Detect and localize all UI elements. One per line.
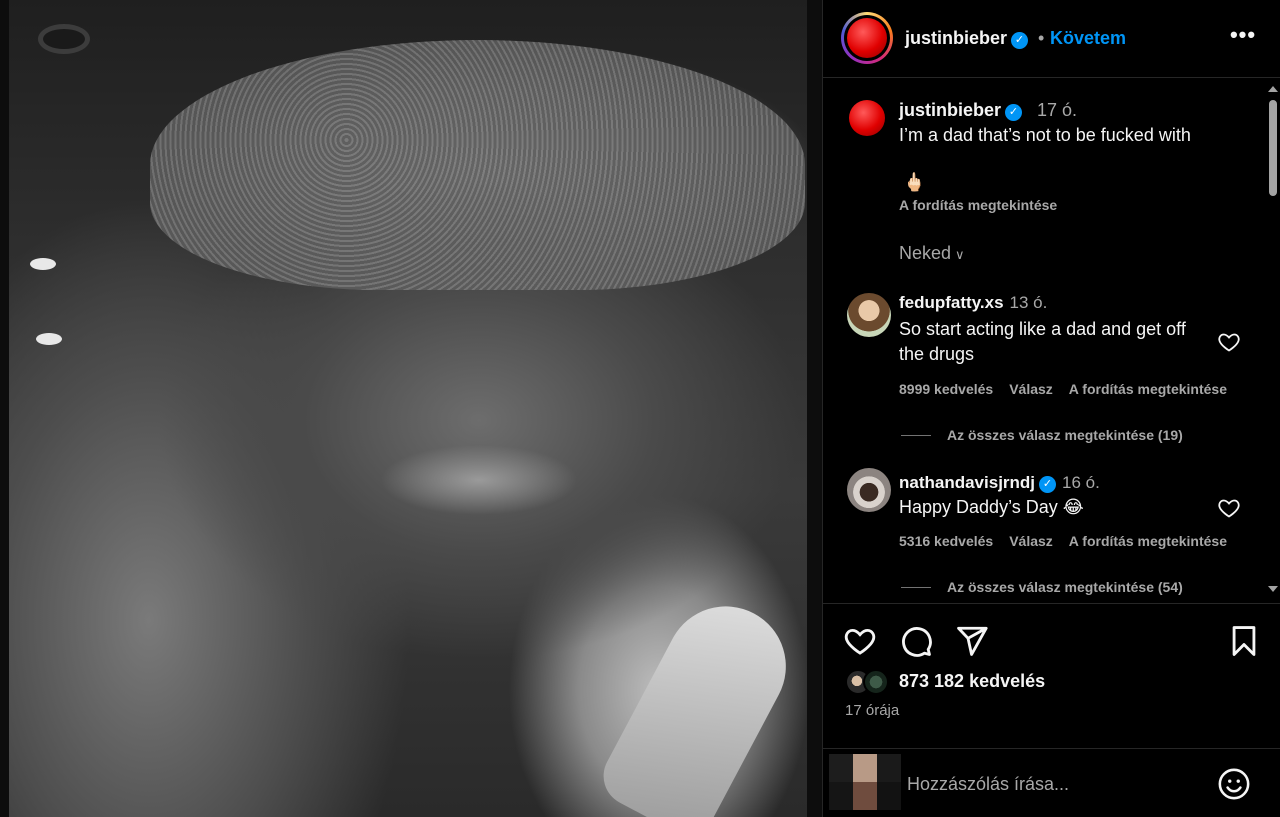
comment-header: nathandavisjrndj ✓ 16 ó. (899, 473, 1100, 493)
like-heart-icon[interactable] (843, 624, 877, 658)
red-ball-avatar-image (847, 18, 887, 58)
post-actions: 873 182 kedvelés 17 órája (823, 603, 1280, 748)
comment-meta: 5316 kedvelés Válasz A fordítás megtekinté… (899, 533, 1243, 549)
verified-badge-icon: ✓ (1005, 104, 1023, 121)
save-bookmark-icon[interactable] (1227, 624, 1261, 658)
comment-reply-button[interactable]: Válasz (1009, 533, 1053, 549)
follow-button[interactable]: Követem (1050, 28, 1126, 49)
author-username-text[interactable]: justinbieber (905, 28, 1007, 48)
view-replies-button[interactable]: Az összes válasz megtekintése (54) (901, 579, 1183, 595)
comment-sort-label: Neked (899, 243, 952, 263)
caption-author-username-text[interactable]: justinbieber (899, 100, 1001, 120)
comment-translate-link[interactable]: A fordítás megtekintése (1069, 533, 1227, 549)
chevron-down-icon: ∨ (955, 247, 965, 262)
post-age[interactable]: 17 órája (845, 702, 899, 719)
emoji-smiley-icon[interactable] (1217, 767, 1251, 801)
wall-light (36, 333, 62, 345)
current-user-avatar (829, 754, 901, 810)
comment-header: fedupfatty.xs 13 ó. (899, 293, 1047, 313)
view-replies-label: Az összes válasz megtekintése (19) (947, 427, 1183, 443)
caption-author-username[interactable]: justinbieber ✓ (899, 100, 1023, 121)
post-header: justinbieber ✓ • Követem ••• (823, 0, 1280, 78)
comments-list[interactable]: justinbieber ✓ 17 ó. I’m a dad that’s not… (823, 79, 1280, 602)
comment-translate-link[interactable]: A fordítás megtekintése (1069, 381, 1227, 397)
caption-emoji: 🖕🏻 (903, 172, 926, 192)
commenter-avatar[interactable] (847, 468, 891, 512)
verified-badge-icon: ✓ (1039, 476, 1057, 493)
caption-author-avatar[interactable] (849, 100, 885, 136)
commenter-username[interactable]: fedupfatty.xs (899, 293, 1004, 312)
comment-likes-count[interactable]: 8999 kedvelés (899, 381, 993, 397)
commenter-avatar[interactable] (847, 293, 891, 337)
commenter-username[interactable]: nathandavisjrndj (899, 473, 1035, 492)
likes-count[interactable]: 873 182 kedvelés (899, 671, 1045, 692)
scrollbar-thumb[interactable] (1269, 100, 1277, 196)
comment-text: Happy Daddy’s Day 😂 (899, 497, 1084, 517)
comment-sort-dropdown[interactable]: Neked ∨ (899, 243, 965, 264)
scroll-down-arrow-icon[interactable] (1268, 586, 1278, 592)
view-replies-label: Az összes válasz megtekintése (54) (947, 579, 1183, 595)
comment-text: So start acting like a dad and get off t… (899, 319, 1186, 364)
view-replies-button[interactable]: Az összes válasz megtekintése (19) (901, 427, 1183, 443)
scroll-up-arrow-icon[interactable] (1268, 86, 1278, 92)
comment-input[interactable] (907, 771, 1207, 797)
comment-reply-button[interactable]: Válasz (1009, 381, 1053, 397)
post-media[interactable] (0, 0, 822, 817)
post-panel: justinbieber ✓ • Követem ••• justinbieber… (822, 0, 1280, 817)
comment-like-heart-icon[interactable] (1217, 330, 1241, 354)
ceiling-light (38, 24, 90, 54)
comment-meta: 8999 kedvelés Válasz A fordítás megtekinté… (899, 381, 1243, 397)
author-avatar[interactable] (841, 12, 893, 64)
caption-text: I’m a dad that’s not to be fucked with (899, 125, 1191, 145)
beanie-hat (150, 40, 805, 290)
caption-time[interactable]: 17 ó. (1037, 100, 1077, 121)
comment-likes-count[interactable]: 5316 kedvelés (899, 533, 993, 549)
comment-time[interactable]: 13 ó. (1010, 293, 1048, 312)
more-options-icon[interactable]: ••• (1223, 22, 1263, 52)
comment-composer (823, 748, 1280, 817)
liker-avatars[interactable] (845, 669, 893, 699)
caption-translate-link[interactable]: A fordítás megtekintése (899, 197, 1057, 213)
verified-badge-icon: ✓ (1011, 32, 1029, 49)
wall-light (30, 258, 56, 270)
comment-time[interactable]: 16 ó. (1062, 473, 1100, 492)
author-username[interactable]: justinbieber ✓ (905, 28, 1029, 49)
replies-divider-line (901, 587, 931, 588)
comment-like-heart-icon[interactable] (1217, 496, 1241, 520)
comment-bubble-icon[interactable] (899, 624, 933, 658)
comments-scrollbar[interactable] (1265, 79, 1280, 602)
separator-dot: • (1038, 28, 1045, 48)
liker-avatar (863, 669, 889, 695)
share-paper-plane-icon[interactable] (955, 624, 989, 658)
replies-divider-line (901, 435, 931, 436)
